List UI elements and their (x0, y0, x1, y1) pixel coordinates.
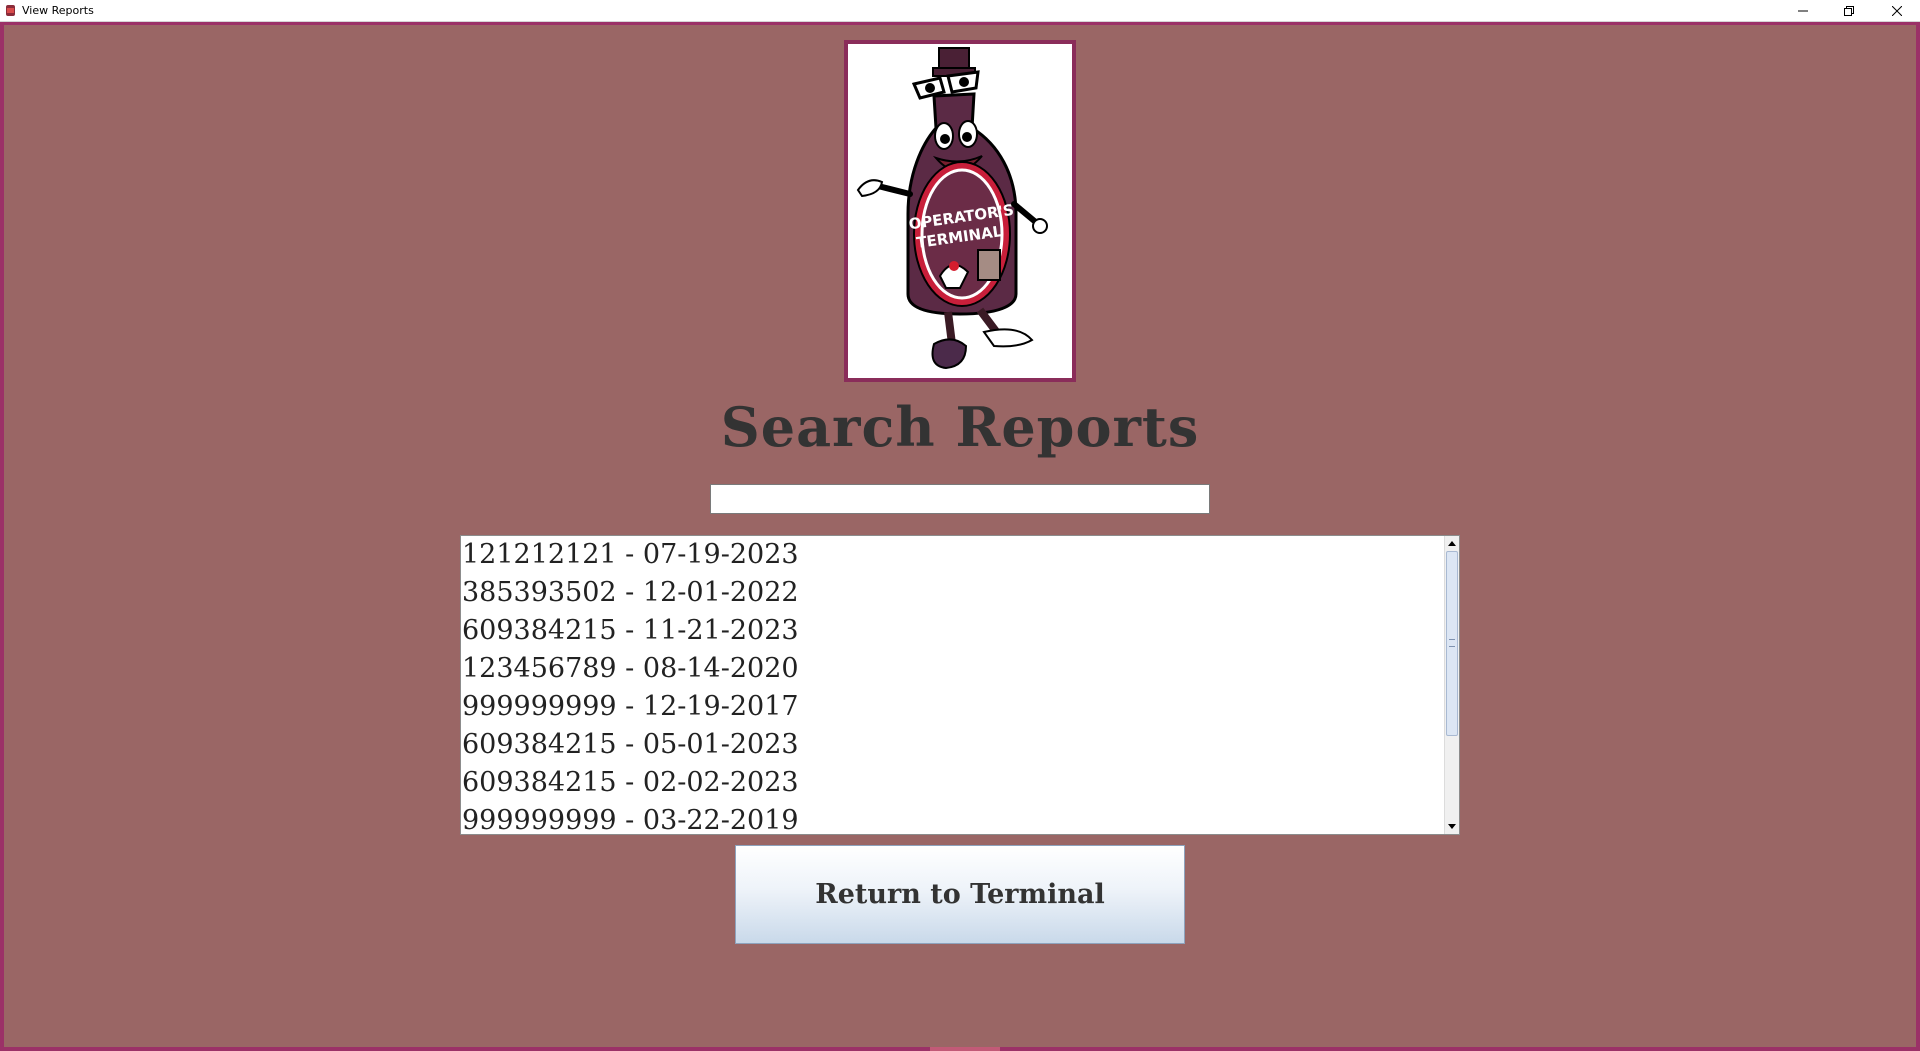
list-item[interactable]: 123456789 - 08-14-2020 (461, 650, 1444, 688)
logo: OPERATOR'S TERMINAL (844, 40, 1076, 382)
list-item[interactable]: 609384215 - 11-21-2023 (461, 612, 1444, 650)
minimize-icon (1798, 10, 1808, 12)
restore-icon (1844, 6, 1854, 16)
restore-button[interactable] (1826, 0, 1872, 22)
search-input[interactable] (710, 484, 1210, 514)
title-bar: View Reports (0, 0, 1920, 22)
list-item[interactable]: 385393502 - 12-01-2022 (461, 574, 1444, 612)
scroll-up-button[interactable] (1445, 536, 1459, 550)
operators-terminal-mascot-logo: OPERATOR'S TERMINAL (856, 47, 1048, 370)
scroll-thumb[interactable] (1446, 551, 1458, 736)
list-item[interactable]: 609384215 - 02-02-2023 (461, 764, 1444, 802)
scroll-grip-icon (1449, 639, 1455, 647)
minimize-button[interactable] (1780, 0, 1826, 22)
scroll-down-button[interactable] (1445, 820, 1459, 834)
return-to-terminal-button[interactable]: Return to Terminal (735, 845, 1185, 944)
app-icon (6, 5, 15, 16)
chevron-up-icon (1448, 541, 1456, 546)
chevron-down-icon (1448, 824, 1456, 829)
list-item[interactable]: 121212121 - 07-19-2023 (461, 536, 1444, 574)
taskbar-edge (930, 1047, 1000, 1051)
close-button[interactable] (1874, 0, 1920, 22)
reports-list-items: 121212121 - 07-19-2023 385393502 - 12-01… (461, 536, 1444, 834)
page-title: Search Reports (720, 395, 1200, 459)
list-item[interactable]: 999999999 - 03-22-2019 (461, 802, 1444, 834)
list-item[interactable]: 999999999 - 12-19-2017 (461, 688, 1444, 726)
reports-list[interactable]: 121212121 - 07-19-2023 385393502 - 12-01… (460, 535, 1460, 835)
close-icon (1892, 6, 1902, 16)
window-title: View Reports (22, 4, 94, 17)
list-item[interactable]: 609384215 - 05-01-2023 (461, 726, 1444, 764)
list-scrollbar[interactable] (1444, 536, 1459, 834)
